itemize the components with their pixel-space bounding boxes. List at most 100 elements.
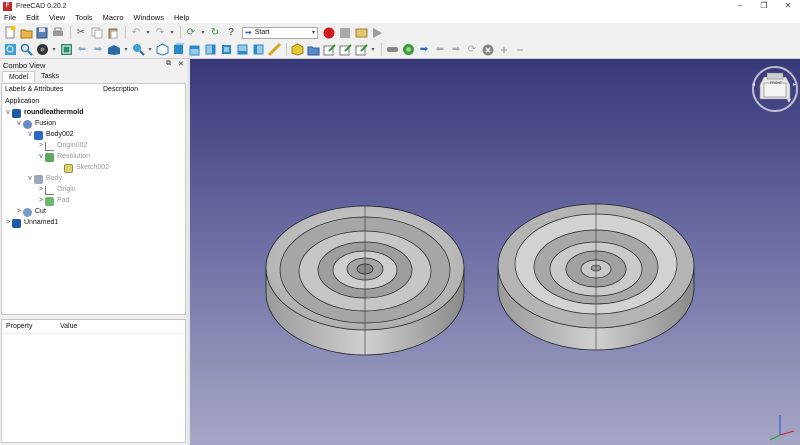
open-document-icon[interactable]	[19, 26, 33, 40]
expand-arrow-icon[interactable]: >	[37, 185, 45, 195]
draw-style-dropdown-icon[interactable]: ▾	[51, 43, 57, 57]
navcube-rotate-right-icon[interactable]: ▸	[793, 81, 796, 88]
expand-arrow-icon[interactable]: >	[37, 196, 45, 206]
cut-icon[interactable]: ✂	[74, 26, 88, 40]
menu-windows[interactable]: Windows	[134, 13, 164, 22]
menu-view[interactable]: View	[49, 13, 65, 22]
recompute-icon[interactable]: ↻	[208, 26, 222, 40]
body-icon	[34, 130, 43, 140]
model-tree: Labels & Attributes Description Applicat…	[1, 83, 186, 315]
view-back-icon[interactable]: ⬅	[75, 43, 89, 57]
expand-arrow-icon[interactable]: v	[15, 119, 23, 129]
web-back-icon[interactable]: ⬅	[433, 43, 447, 57]
macro-stop-icon[interactable]	[338, 26, 352, 40]
make-sublink-icon[interactable]	[338, 43, 352, 57]
macro-record-icon[interactable]	[322, 26, 336, 40]
tree-item-revolution[interactable]: v Revolution	[37, 152, 90, 162]
tree-item-fusion[interactable]: v Fusion	[15, 119, 56, 129]
tree-item-unnamed1[interactable]: > Unnamed1	[4, 218, 58, 228]
web-open-icon[interactable]: ➡	[417, 43, 431, 57]
tree-item-roundleathermold[interactable]: v roundleathermold	[4, 108, 84, 118]
restore-icon[interactable]: ❐	[752, 0, 776, 12]
create-part-icon[interactable]	[290, 43, 304, 57]
undo-dropdown-icon[interactable]: ▾	[145, 26, 151, 40]
redo-dropdown-icon[interactable]: ▾	[169, 26, 175, 40]
view-bottom-icon[interactable]	[235, 43, 249, 57]
tree-item-cut[interactable]: > Cut	[15, 207, 46, 217]
draw-style-icon[interactable]	[35, 43, 49, 57]
navcube-menu-icon[interactable]: ▾	[787, 96, 791, 105]
zoom-dropdown-icon[interactable]: ▾	[147, 43, 153, 57]
close-icon[interactable]: ✕	[776, 0, 800, 12]
menu-tools[interactable]: Tools	[75, 13, 93, 22]
print-icon[interactable]	[51, 26, 65, 40]
tab-model[interactable]: Model	[2, 71, 36, 82]
web-zoom-in-icon[interactable]: +	[497, 43, 511, 57]
view-top-icon[interactable]	[187, 43, 201, 57]
tree-item-sketch002[interactable]: Sketch002	[56, 163, 109, 173]
menu-edit[interactable]: Edit	[26, 13, 39, 22]
pad-icon	[45, 196, 54, 206]
web-refresh-icon[interactable]: ⟳	[465, 43, 479, 57]
expand-arrow-icon[interactable]: v	[4, 108, 12, 118]
3d-viewport[interactable]: FRONT ▾ ◂ ▸	[190, 59, 800, 445]
view-rear-icon[interactable]	[219, 43, 233, 57]
undo-icon[interactable]: ↶	[129, 26, 143, 40]
expand-arrow-icon[interactable]: v	[37, 152, 45, 162]
redo-icon[interactable]: ↷	[153, 26, 167, 40]
left-mold-shape[interactable]	[265, 205, 465, 356]
link-actions-icon[interactable]	[354, 43, 368, 57]
refresh-icon[interactable]: ⟳	[184, 26, 198, 40]
tree-item-origin002[interactable]: > Origin002	[37, 141, 87, 151]
tree-item-body002[interactable]: v Body002	[26, 130, 74, 140]
save-document-icon[interactable]	[35, 26, 49, 40]
workbench-selector[interactable]: ➡ Start ▾	[242, 26, 318, 39]
refresh-dropdown-icon[interactable]: ▾	[200, 26, 206, 40]
expand-arrow-icon[interactable]: >	[4, 218, 12, 228]
expand-arrow-icon[interactable]: >	[37, 141, 45, 151]
view-forward-icon[interactable]: ➡	[91, 43, 105, 57]
web-zoom-out-icon[interactable]: −	[513, 43, 527, 57]
fit-selection-icon[interactable]	[19, 43, 33, 57]
float-panel-icon[interactable]: ⧉	[166, 60, 171, 68]
web-forward-icon[interactable]: ➡	[449, 43, 463, 57]
right-mold-shape[interactable]	[497, 203, 695, 351]
measure-distance-icon[interactable]	[267, 43, 281, 57]
web-navigation-icon[interactable]	[385, 43, 399, 57]
navcube-rotate-left-icon[interactable]: ◂	[752, 81, 755, 88]
web-stop-icon[interactable]	[481, 43, 495, 57]
expand-arrow-icon[interactable]: v	[26, 130, 34, 140]
view-left-icon[interactable]	[251, 43, 265, 57]
view-isometric-icon[interactable]	[155, 43, 169, 57]
tree-root-application[interactable]: Application	[5, 97, 39, 107]
paste-icon[interactable]	[106, 26, 120, 40]
sync-view-icon[interactable]	[107, 43, 121, 57]
menu-help[interactable]: Help	[174, 13, 189, 22]
tree-item-pad[interactable]: > Pad	[37, 196, 69, 206]
menu-macro[interactable]: Macro	[103, 13, 124, 22]
tab-tasks[interactable]: Tasks	[35, 71, 65, 82]
tree-item-body[interactable]: v Body	[26, 174, 62, 184]
minimize-icon[interactable]: –	[728, 0, 752, 12]
bounding-box-icon[interactable]	[59, 43, 73, 57]
view-right-icon[interactable]	[203, 43, 217, 57]
tree-item-label: Revolution	[57, 153, 91, 160]
fit-all-icon[interactable]	[3, 43, 17, 57]
zoom-icon[interactable]	[131, 43, 145, 57]
make-link-icon[interactable]	[322, 43, 336, 57]
whats-this-icon[interactable]: ?	[224, 26, 238, 40]
expand-arrow-icon[interactable]: >	[15, 207, 23, 217]
expand-arrow-icon[interactable]: v	[26, 174, 34, 184]
macro-run-icon[interactable]	[370, 26, 384, 40]
web-home-icon[interactable]	[401, 43, 415, 57]
close-panel-icon[interactable]: ✕	[178, 60, 184, 68]
link-actions-dropdown-icon[interactable]: ▾	[370, 43, 376, 57]
copy-icon[interactable]	[90, 26, 104, 40]
macro-edit-icon[interactable]	[354, 26, 368, 40]
sync-view-dropdown-icon[interactable]: ▾	[123, 43, 129, 57]
create-group-icon[interactable]	[306, 43, 320, 57]
new-document-icon[interactable]	[3, 26, 17, 40]
tree-item-origin[interactable]: > Origin	[37, 185, 76, 195]
menu-file[interactable]: File	[4, 13, 16, 22]
view-front-icon[interactable]	[171, 43, 185, 57]
